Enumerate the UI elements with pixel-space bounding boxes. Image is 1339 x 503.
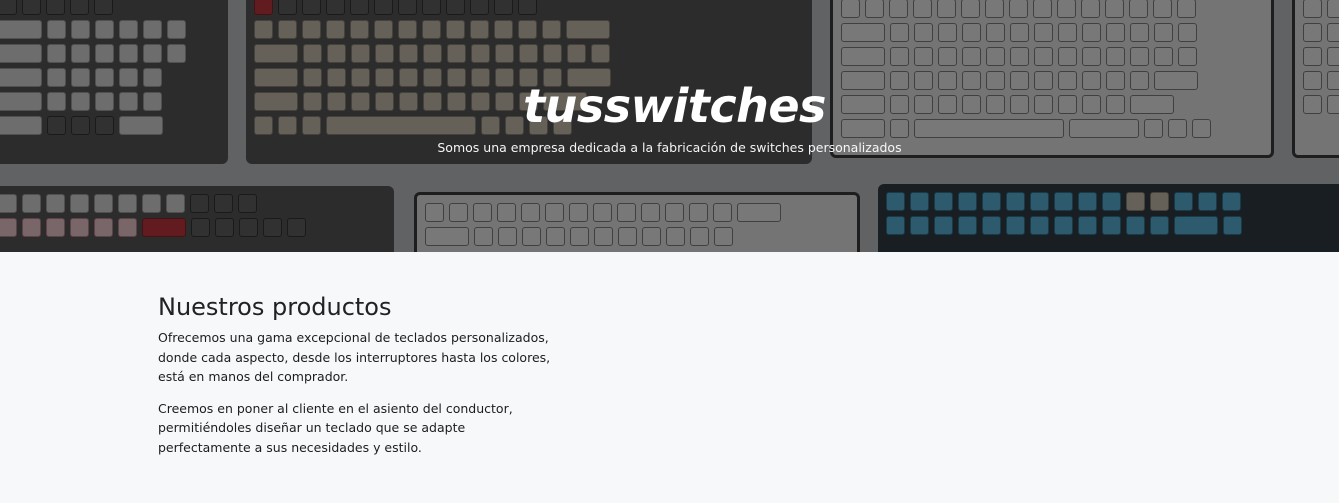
site-title: tusswitches [523,79,826,133]
products-section: Nuestros productos Ofrecemos una gama ex… [0,252,1339,457]
hero-banner: tusswitches Somos una empresa dedicada a… [0,0,1339,252]
section-title: Nuestros productos [158,293,392,321]
products-paragraph-1: Ofrecemos una gama excepcional de teclad… [158,330,551,384]
hero-text: tusswitches Somos una empresa dedicada a… [0,76,1339,156]
products-paragraph-2: Creemos en poner al cliente en el asient… [158,400,513,455]
hero-subtitle: Somos una empresa dedicada a la fabricac… [437,140,902,155]
